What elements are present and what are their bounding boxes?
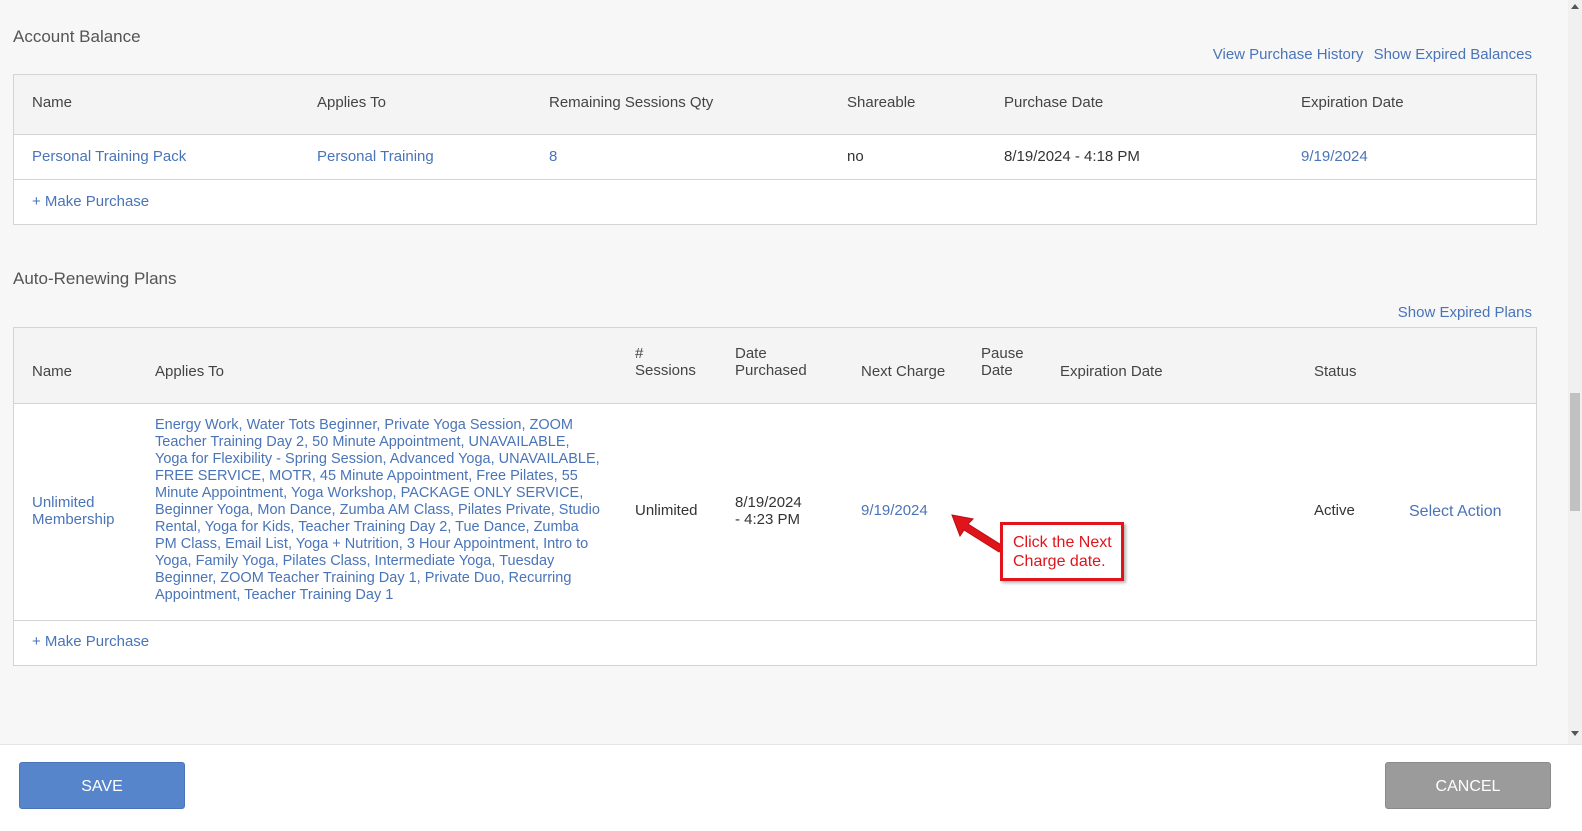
table-footer: + Make Purchase (14, 180, 1536, 224)
col-date-purchased: Date Purchased (735, 345, 807, 379)
scroll-down-icon[interactable] (1571, 731, 1579, 736)
scroll-up-icon[interactable] (1571, 4, 1579, 9)
annotation-callout: Click the Next Charge date. (1000, 522, 1124, 581)
balance-make-purchase-link[interactable]: + Make Purchase (32, 193, 149, 210)
col-expiration-date: Expiration Date (1301, 94, 1404, 111)
col-pause-date: Pause Date (981, 345, 1024, 379)
plan-name-line2: Membership (32, 511, 115, 528)
callout-line1: Click the Next (1013, 534, 1112, 551)
plan-date-purchased: 8/19/2024 - 4:23 PM (735, 494, 802, 528)
balance-purchase-date: 8/19/2024 - 4:18 PM (1004, 148, 1140, 165)
col-remaining-sessions: Remaining Sessions Qty (549, 94, 714, 111)
account-balance-title: Account Balance (13, 27, 141, 46)
plan-next-charge-link[interactable]: 9/19/2024 (861, 502, 928, 519)
balance-shareable: no (847, 148, 864, 165)
col-sessions-line1: # (635, 345, 644, 362)
col-next-charge: Next Charge (861, 363, 946, 380)
save-button[interactable]: SAVE (19, 762, 185, 809)
balance-applies-to-link[interactable]: Personal Training (317, 148, 434, 165)
callout-line2: Charge date. (1013, 553, 1106, 570)
plan-status: Active (1314, 502, 1355, 519)
col-sessions: # Sessions (635, 345, 696, 379)
col-applies-to: Applies To (155, 363, 224, 380)
col-pause-date-line1: Pause (981, 345, 1024, 362)
table-header: Name Applies To Remaining Sessions Qty S… (14, 75, 1536, 135)
annotation-arrow-icon (951, 514, 1004, 553)
table-row: Unlimited Membership Energy Work, Water … (14, 404, 1536, 621)
scrollbar[interactable] (1568, 0, 1582, 744)
col-shareable: Shareable (847, 94, 916, 111)
view-purchase-history-link[interactable]: View Purchase History (1213, 46, 1364, 63)
select-action-link[interactable]: Select Action (1409, 503, 1502, 520)
scroll-thumb[interactable] (1570, 393, 1580, 511)
col-pause-date-line2: Date (981, 362, 1013, 379)
plan-sessions: Unlimited (635, 502, 698, 519)
col-name: Name (32, 363, 73, 380)
col-date-purchased-line2: Purchased (735, 362, 807, 379)
col-expiration-date: Expiration Date (1060, 363, 1163, 380)
table-footer: + Make Purchase (14, 621, 1536, 665)
show-expired-plans-link[interactable]: Show Expired Plans (1398, 304, 1532, 321)
col-date-purchased-line1: Date (735, 345, 767, 362)
col-applies-to: Applies To (317, 94, 386, 111)
col-sessions-line2: Sessions (635, 362, 696, 379)
auto-renewing-plans-title: Auto-Renewing Plans (13, 269, 177, 288)
plan-name-link[interactable]: Unlimited Membership (32, 494, 115, 528)
col-purchase-date: Purchase Date (1004, 94, 1104, 111)
plans-links: Show Expired Plans (1392, 304, 1532, 321)
plan-date-line1: 8/19/2024 (735, 494, 802, 511)
balance-name-link[interactable]: Personal Training Pack (32, 148, 186, 165)
plans-make-purchase-link[interactable]: + Make Purchase (32, 633, 149, 650)
col-status: Status (1314, 363, 1357, 380)
plan-date-line2: - 4:23 PM (735, 511, 801, 528)
table-header: Name Applies To # Sessions Date Purchase… (14, 328, 1536, 404)
auto-renewing-plans-table: Name Applies To # Sessions Date Purchase… (13, 327, 1537, 666)
cancel-button[interactable]: CANCEL (1385, 762, 1551, 809)
col-name: Name (32, 94, 73, 111)
account-balance-table: Name Applies To Remaining Sessions Qty S… (13, 74, 1537, 225)
table-row: Personal Training Pack Personal Training… (14, 135, 1536, 180)
balance-expiration-link[interactable]: 9/19/2024 (1301, 148, 1368, 165)
bottom-action-bar: SAVE CANCEL (0, 744, 1582, 831)
plan-applies-to-link[interactable]: Energy Work, Water Tots Beginner, Privat… (155, 417, 600, 604)
balance-remaining-link[interactable]: 8 (549, 148, 557, 165)
balance-links: View Purchase History Show Expired Balan… (1207, 46, 1532, 63)
plan-name-line1: Unlimited (32, 494, 95, 511)
show-expired-balances-link[interactable]: Show Expired Balances (1374, 46, 1532, 63)
